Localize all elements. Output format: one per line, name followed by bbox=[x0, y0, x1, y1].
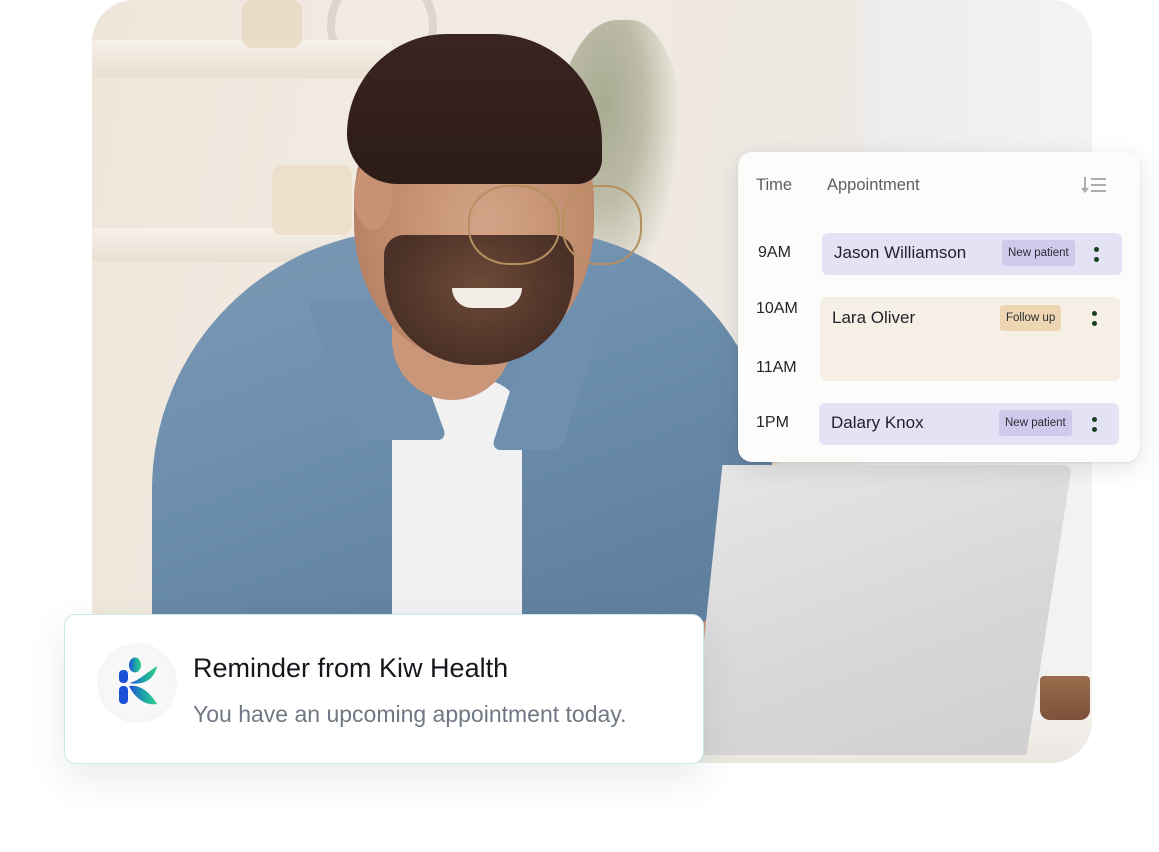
time-label: 1PM bbox=[756, 414, 789, 431]
more-vertical-icon[interactable] bbox=[1087, 306, 1101, 330]
appointments-card: Time Appointment 9AM 10AM 11AM 1PM Jason… bbox=[738, 152, 1140, 462]
time-label: 9AM bbox=[758, 244, 791, 261]
appointment-slot[interactable]: Jason Williamson New patient bbox=[822, 233, 1122, 275]
photo-laptop bbox=[692, 465, 1072, 755]
kiw-health-logo bbox=[97, 643, 177, 723]
reminder-message: You have an upcoming appointment today. bbox=[193, 701, 627, 727]
kiw-health-logo-icon bbox=[119, 657, 157, 705]
status-badge: Follow up bbox=[1000, 305, 1062, 331]
appointment-slot[interactable]: Lara Oliver Follow up bbox=[820, 297, 1120, 381]
photo-person-glasses bbox=[562, 185, 642, 265]
photo-vase bbox=[242, 0, 302, 48]
photo-person-smile bbox=[452, 288, 522, 308]
appointment-slot[interactable]: Dalary Knox New patient bbox=[819, 403, 1119, 445]
column-header-time: Time bbox=[756, 176, 793, 194]
reminder-notification[interactable]: Reminder from Kiw Health You have an upc… bbox=[64, 614, 704, 764]
photo-bowl bbox=[1040, 676, 1090, 720]
more-vertical-icon[interactable] bbox=[1087, 412, 1101, 436]
column-header-appointment: Appointment bbox=[827, 176, 920, 194]
patient-name: Dalary Knox bbox=[831, 413, 924, 432]
photo-vase bbox=[272, 165, 352, 235]
reminder-title: Reminder from Kiw Health bbox=[193, 653, 509, 683]
more-vertical-icon[interactable] bbox=[1089, 242, 1103, 266]
sort-descending-icon[interactable] bbox=[1081, 177, 1108, 193]
status-badge: New patient bbox=[1002, 240, 1075, 266]
photo-person-glasses bbox=[468, 185, 560, 265]
photo-shelf bbox=[92, 40, 392, 78]
status-badge: New patient bbox=[999, 410, 1072, 436]
appointments-header: Time Appointment bbox=[756, 176, 1122, 196]
time-label: 10AM bbox=[756, 300, 798, 317]
time-label: 11AM bbox=[756, 359, 797, 376]
patient-name: Lara Oliver bbox=[832, 308, 916, 327]
patient-name: Jason Williamson bbox=[834, 243, 967, 262]
photo-person-hair bbox=[347, 34, 602, 184]
